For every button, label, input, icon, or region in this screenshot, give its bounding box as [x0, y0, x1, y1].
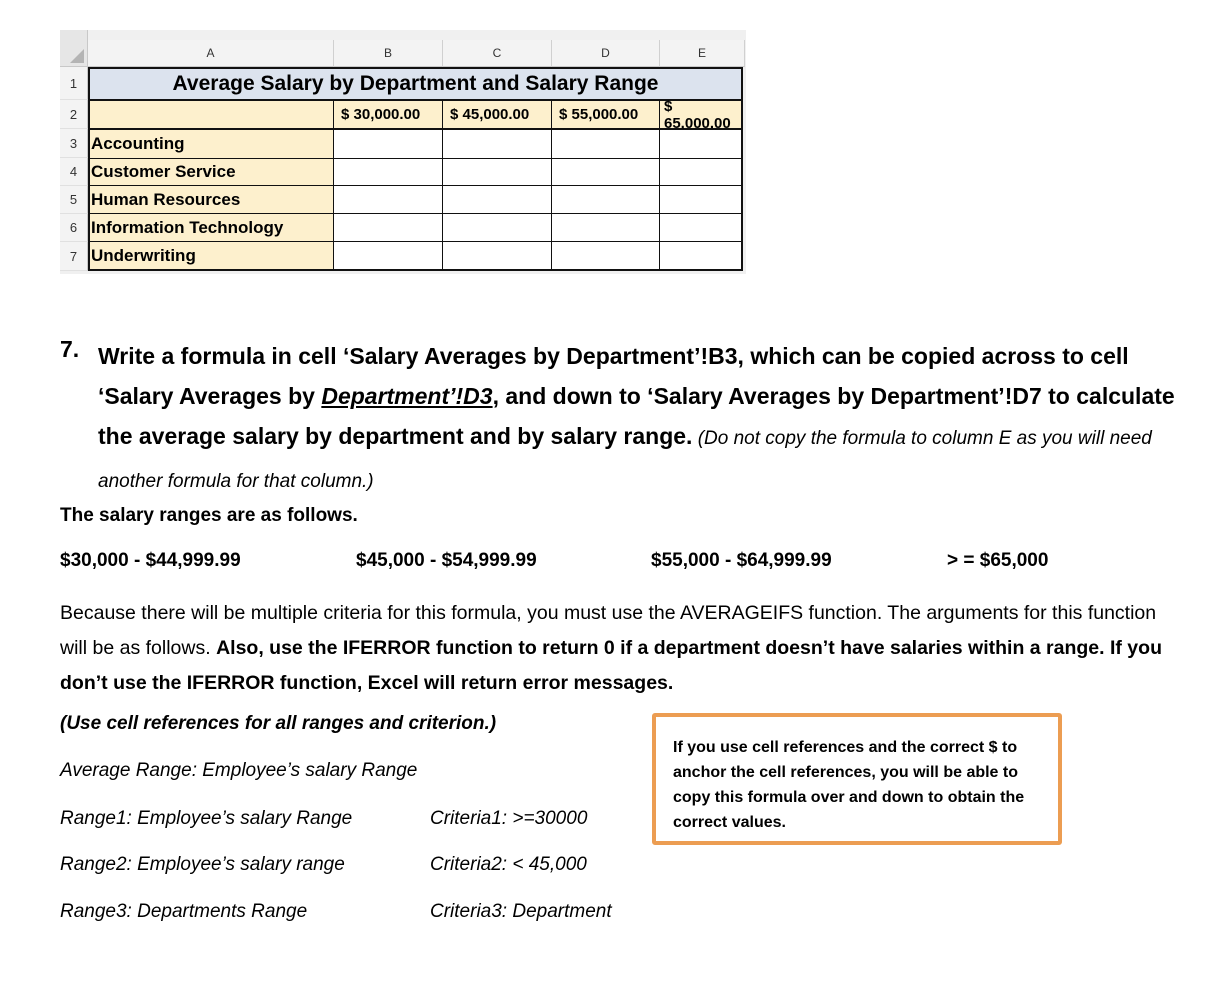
department-cell[interactable]: Accounting — [88, 129, 334, 159]
average-salary-cell[interactable] — [333, 213, 443, 242]
paragraph-iferror-bold: Also, use the IFERROR function to return… — [216, 637, 1105, 659]
spreadsheet-snippet: A B C D E 1 2 3 4 5 6 7 Average Salary b… — [60, 30, 746, 274]
argument-average-range: Average Range: Employee’s salary Range — [60, 760, 418, 781]
argument-range3: Range3: Departments Range — [60, 901, 308, 922]
average-salary-cell[interactable] — [333, 185, 443, 214]
salary-range-3: $55,000 - $64,999.99 — [651, 550, 832, 571]
average-salary-cell[interactable] — [659, 185, 743, 214]
average-salary-cell[interactable] — [551, 185, 660, 214]
row-header-4[interactable]: 4 — [60, 158, 88, 186]
salary-range-4: > = $65,000 — [947, 550, 1049, 571]
column-header-d[interactable]: D — [552, 40, 660, 67]
average-salary-cell[interactable] — [551, 129, 660, 159]
threshold-cell-b2[interactable]: $ 30,000.00 — [333, 100, 443, 129]
column-header-c[interactable]: C — [443, 40, 552, 67]
average-salary-cell[interactable] — [333, 158, 443, 186]
column-header-a[interactable]: A — [88, 40, 334, 67]
average-salary-cell[interactable] — [659, 241, 743, 271]
question-text: Write a formula in cell ‘Salary Averages… — [98, 336, 1178, 502]
instructions-paragraph: Because there will be multiple criteria … — [60, 596, 1180, 701]
argument-criteria1: Criteria1: >=30000 — [430, 808, 588, 829]
question-underlined-ref: Department’!D3 — [321, 383, 493, 409]
argument-criteria2: Criteria2: < 45,000 — [430, 854, 587, 875]
average-salary-cell[interactable] — [442, 185, 552, 214]
column-header-e[interactable]: E — [660, 40, 745, 67]
select-all-triangle-icon — [70, 49, 84, 63]
argument-range1: Range1: Employee’s salary Range — [60, 808, 353, 829]
average-salary-cell[interactable] — [333, 241, 443, 271]
average-salary-cell[interactable] — [442, 129, 552, 159]
tip-text: If you use cell references and the corre… — [673, 739, 1025, 831]
average-salary-cell[interactable] — [442, 158, 552, 186]
department-cell[interactable]: Human Resources — [88, 185, 334, 214]
average-salary-cell[interactable] — [551, 213, 660, 242]
arguments-heading: (Use cell references for all ranges and … — [60, 713, 497, 734]
department-cell[interactable]: Underwriting — [88, 241, 334, 271]
department-cell[interactable]: Customer Service — [88, 158, 334, 186]
average-salary-cell[interactable] — [442, 213, 552, 242]
row-header-2[interactable]: 2 — [60, 100, 88, 129]
average-salary-cell[interactable] — [333, 129, 443, 159]
column-header-b[interactable]: B — [334, 40, 443, 67]
threshold-cell-d2[interactable]: $ 55,000.00 — [551, 100, 660, 129]
average-salary-cell[interactable] — [551, 241, 660, 271]
row-header-1[interactable]: 1 — [60, 67, 88, 100]
cell-a2[interactable] — [88, 100, 334, 129]
row-header-3[interactable]: 3 — [60, 129, 88, 158]
threshold-cell-c2[interactable]: $ 45,000.00 — [442, 100, 552, 129]
average-salary-cell[interactable] — [659, 158, 743, 186]
average-salary-cell[interactable] — [659, 213, 743, 242]
salary-range-2: $45,000 - $54,999.99 — [356, 550, 537, 571]
argument-criteria3: Criteria3: Department — [430, 901, 612, 922]
row-header-7[interactable]: 7 — [60, 242, 88, 271]
argument-range2: Range2: Employee’s salary range — [60, 854, 345, 875]
row-header-6[interactable]: 6 — [60, 214, 88, 242]
question-number: 7. — [60, 336, 80, 362]
average-salary-cell[interactable] — [442, 241, 552, 271]
threshold-cell-e2[interactable]: $ 65,000.00 — [659, 98, 743, 132]
ranges-heading: The salary ranges are as follows. — [60, 505, 358, 526]
tip-box: If you use cell references and the corre… — [652, 713, 1062, 845]
row-header-5[interactable]: 5 — [60, 186, 88, 214]
select-all-corner[interactable] — [60, 30, 88, 67]
salary-range-1: $30,000 - $44,999.99 — [60, 550, 241, 571]
average-salary-cell[interactable] — [659, 129, 743, 159]
department-cell[interactable]: Information Technology — [88, 213, 334, 242]
average-salary-cell[interactable] — [551, 158, 660, 186]
title-cell-a1[interactable]: Average Salary by Department and Salary … — [88, 67, 743, 101]
